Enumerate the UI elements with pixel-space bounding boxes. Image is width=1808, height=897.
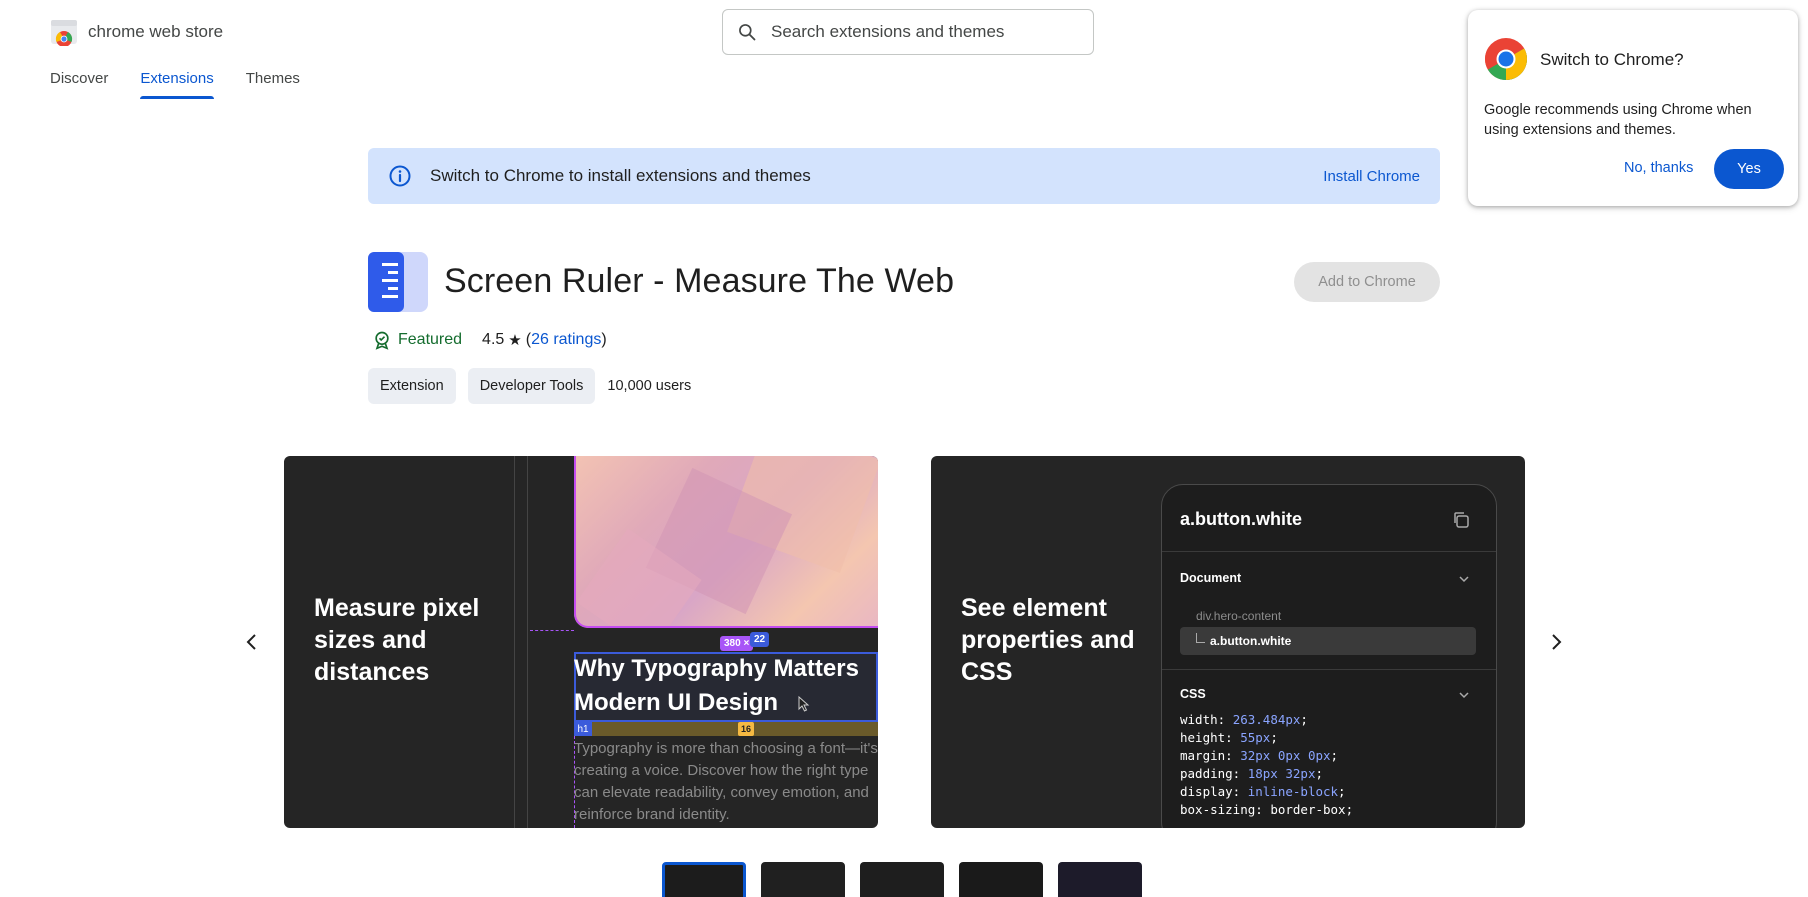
search-input[interactable]	[771, 22, 1051, 42]
height-badge: 22	[750, 632, 770, 647]
spacing-badge: 16	[738, 722, 754, 736]
nav-extensions[interactable]: Extensions	[140, 70, 215, 99]
carousel-next-icon[interactable]	[1544, 630, 1568, 654]
popup-body: Google recommends using Chrome when usin…	[1484, 102, 1752, 138]
chrome-web-store-logo[interactable]: chrome web store	[50, 18, 223, 46]
slide-caption: Measure pixel sizes and distances	[314, 594, 480, 686]
mouse-cursor-icon	[798, 696, 810, 712]
css-property-row: width: 263.484px;	[1180, 712, 1308, 727]
thumbnail-4[interactable]	[959, 862, 1043, 897]
divider	[1162, 551, 1496, 552]
chevron-down-icon	[1459, 692, 1469, 699]
extension-title: Screen Ruler - Measure The Web	[444, 262, 955, 300]
chip-developer-tools[interactable]: Developer Tools	[467, 368, 596, 404]
dom-path-parent: div.hero-content	[1196, 609, 1282, 623]
info-icon	[389, 165, 411, 187]
css-property-row: box-sizing: border-box;	[1180, 802, 1354, 817]
copy-icon	[1454, 512, 1469, 528]
screenshot-slide-2[interactable]: See element properties and CSS a.button.…	[931, 456, 1525, 828]
chrome-logo-icon	[1484, 38, 1528, 81]
screen-ruler-app-icon	[368, 252, 428, 312]
css-property-row: padding: 18px 32px;	[1180, 766, 1323, 781]
category-chips: Extension Developer Tools 10,000 users	[368, 368, 691, 404]
user-count: 10,000 users	[607, 378, 692, 394]
nav-themes[interactable]: Themes	[246, 70, 300, 99]
search-box[interactable]	[722, 9, 1094, 55]
install-chrome-link[interactable]: Install Chrome	[1323, 168, 1420, 185]
sample-heading: Why Typography Matters Modern UI Design	[574, 655, 859, 716]
element-tag-label: h1	[574, 722, 592, 736]
logo-text: chrome web store	[88, 22, 224, 41]
slide-caption: See element properties and CSS	[961, 594, 1135, 686]
rating-row: Featured 4.5 ★ ( 26 ratings )	[372, 330, 607, 350]
star-icon: ★	[508, 332, 522, 349]
yes-button[interactable]: Yes	[1714, 149, 1784, 189]
carousel-prev-icon[interactable]	[240, 630, 264, 654]
ratings-count-link[interactable]: 26 ratings	[531, 331, 601, 349]
featured-badge-icon	[375, 331, 389, 350]
banner-text: Switch to Chrome to install extensions a…	[430, 166, 811, 185]
css-property-row: display: inline-block;	[1180, 784, 1346, 799]
featured-label: Featured	[398, 331, 463, 348]
distance-guide	[530, 630, 574, 631]
switch-to-chrome-popup: Switch to Chrome? Google recommends usin…	[1468, 10, 1798, 206]
no-thanks-button[interactable]: No, thanks	[1624, 160, 1693, 176]
add-to-chrome-button[interactable]: Add to Chrome	[1294, 262, 1440, 302]
ratings-close-paren: )	[601, 331, 607, 348]
rating-value: 4.5	[482, 331, 505, 348]
inspector-panel: a.button.white Document div.hero-content…	[1161, 484, 1497, 828]
spacing-indicator	[592, 722, 878, 736]
document-section-title: Document	[1180, 571, 1242, 585]
chevron-down-icon	[1459, 576, 1469, 583]
switch-to-chrome-banner: Switch to Chrome to install extensions a…	[368, 148, 1440, 204]
thumbnail-3[interactable]	[860, 862, 944, 897]
dom-path-selected: a.button.white	[1180, 627, 1476, 655]
guide-line	[527, 456, 528, 828]
thumbnail-2[interactable]	[761, 862, 845, 897]
screenshot-slide-1[interactable]: Measure pixel sizes and distances 380 × …	[284, 456, 878, 828]
nav-discover[interactable]: Discover	[50, 70, 108, 99]
css-properties: width: 263.484px; height: 55px; margin: 32…	[1180, 711, 1353, 819]
main-nav: Discover Extensions Themes	[50, 70, 300, 99]
thumbnail-5[interactable]	[1058, 862, 1142, 897]
guide-line	[514, 456, 515, 828]
divider	[1162, 669, 1496, 670]
css-property-row: margin: 32px 0px 0px;	[1180, 748, 1339, 763]
css-property-row: height: 55px;	[1180, 730, 1278, 745]
chrome-web-store-icon	[51, 20, 77, 46]
sample-body-text: Typography is more than choosing a font—…	[574, 740, 878, 823]
popup-title: Switch to Chrome?	[1540, 50, 1684, 69]
abstract-image	[574, 456, 878, 628]
inspector-title: a.button.white	[1180, 509, 1302, 529]
search-icon	[739, 24, 756, 41]
width-badge: 380 ×	[720, 636, 754, 651]
thumbnail-1[interactable]	[662, 862, 746, 897]
chip-extension[interactable]: Extension	[368, 368, 456, 404]
css-section-title: CSS	[1180, 687, 1206, 701]
